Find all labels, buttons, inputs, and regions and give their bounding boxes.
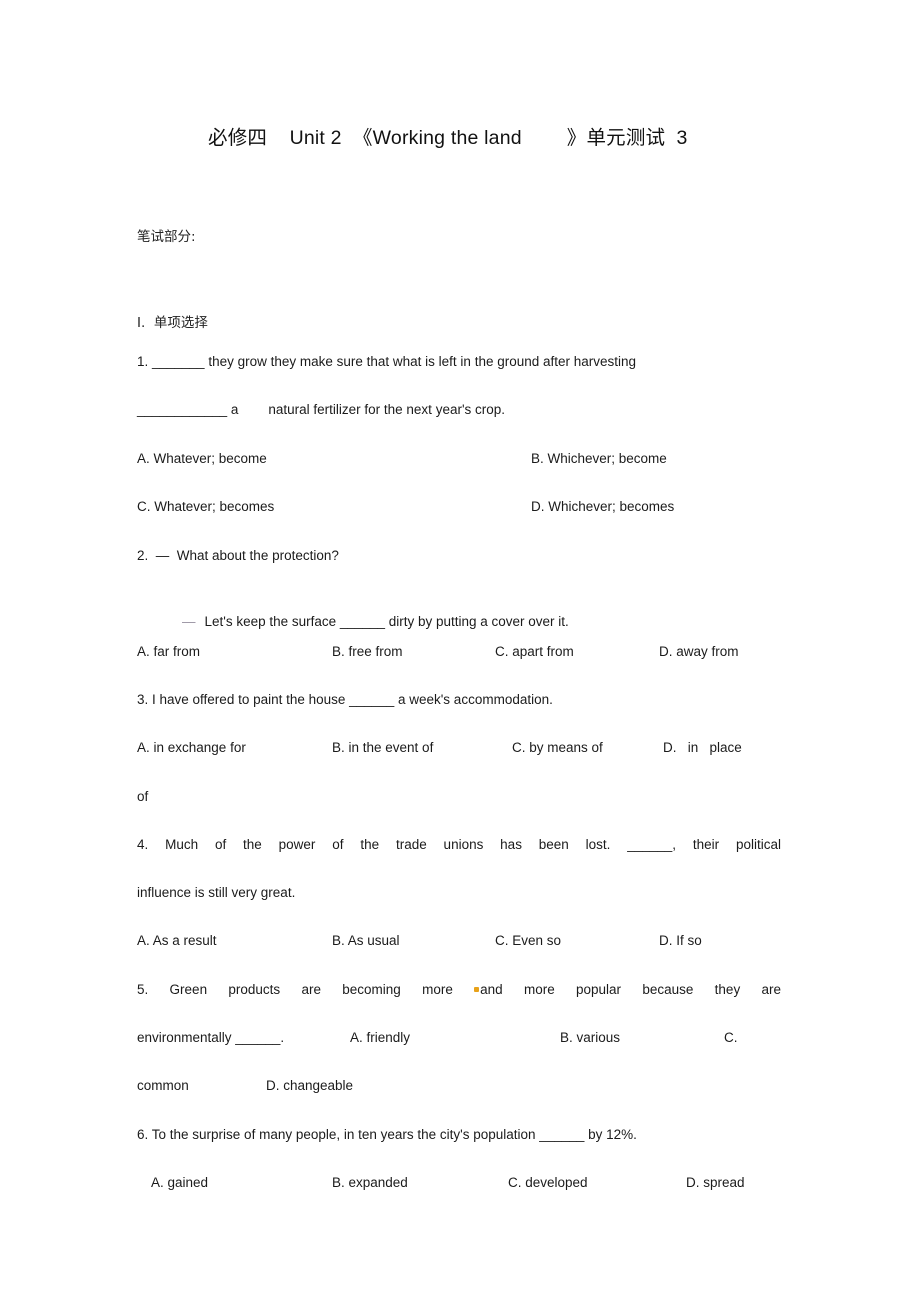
document-page: 必修四 Unit 2 《Working the land 》单元测试 3 笔试部… <box>0 0 920 1303</box>
question-1-option-d[interactable]: D. Whichever; becomes <box>531 498 674 516</box>
question-1-stem-line-1: 1. _______ they grow they make sure that… <box>137 354 637 369</box>
annotation-mark-icon <box>474 987 480 992</box>
question-5-option-d[interactable]: D. changeable <box>266 1077 353 1095</box>
question-5-option-c-wrap: common <box>137 1078 189 1093</box>
question-1-stem-line-2: ____________ a natural fertilizer for th… <box>137 402 506 417</box>
em-dash-icon: — <box>182 614 196 629</box>
question-2-option-a[interactable]: A. far from <box>137 643 200 661</box>
question-2-option-c[interactable]: C. apart from <box>495 643 574 661</box>
question-2-stem-line-1: 2. — What about the protection? <box>137 548 339 563</box>
question-1-option-b[interactable]: B. Whichever; become <box>531 450 667 468</box>
question-3-option-d-wrap: of <box>137 789 149 804</box>
question-4-option-c[interactable]: C. Even so <box>495 932 561 950</box>
question-5-option-b[interactable]: B. various <box>560 1029 620 1047</box>
question-2-stem-line-2-wrap: — Let's keep the surface ______ dirty by … <box>167 595 569 649</box>
question-4-stem-line-2: influence is still very great. <box>137 885 296 900</box>
part-heading: I. 单项选择 <box>137 315 208 331</box>
question-4-option-b[interactable]: B. As usual <box>332 932 400 950</box>
question-5-option-c[interactable]: C. <box>724 1029 738 1047</box>
question-6-option-d[interactable]: D. spread <box>686 1174 745 1192</box>
question-5-stem-line-2: environmentally ______. <box>137 1030 285 1045</box>
question-3-option-a[interactable]: A. in exchange for <box>137 739 246 757</box>
question-4-stem-line-1: 4. Much of the power of the trade unions… <box>137 837 781 852</box>
question-4-option-d[interactable]: D. If so <box>659 932 702 950</box>
question-3-option-c[interactable]: C. by means of <box>512 739 603 757</box>
question-5-stem-part-a: 5. Green products are becoming more <box>137 982 453 997</box>
question-2-option-b[interactable]: B. free from <box>332 643 403 661</box>
question-3-stem: 3. I have offered to paint the house ___… <box>137 692 553 707</box>
question-1-option-a[interactable]: A. Whatever; become <box>137 450 267 468</box>
question-6-stem: 6. To the surprise of many people, in te… <box>137 1127 637 1142</box>
question-5-option-a[interactable]: A. friendly <box>350 1029 410 1047</box>
question-3-option-b[interactable]: B. in the event of <box>332 739 433 757</box>
question-2-stem-line-2: Let's keep the surface ______ dirty by p… <box>204 614 569 629</box>
question-2-option-d[interactable]: D. away from <box>659 643 739 661</box>
question-5-stem-part-b: and more popular because they are <box>480 982 781 997</box>
question-4-option-a[interactable]: A. As a result <box>137 932 217 950</box>
section-label: 笔试部分: <box>137 229 196 245</box>
question-6-option-a[interactable]: A. gained <box>151 1174 208 1192</box>
question-1-option-c[interactable]: C. Whatever; becomes <box>137 498 274 516</box>
question-5-stem-line-1: 5. Green products are becoming more and … <box>137 981 781 999</box>
question-6-option-c[interactable]: C. developed <box>508 1174 588 1192</box>
page-title: 必修四 Unit 2 《Working the land 》单元测试 3 <box>208 127 688 149</box>
question-6-option-b[interactable]: B. expanded <box>332 1174 408 1192</box>
question-3-option-d[interactable]: D. in place <box>663 739 742 757</box>
